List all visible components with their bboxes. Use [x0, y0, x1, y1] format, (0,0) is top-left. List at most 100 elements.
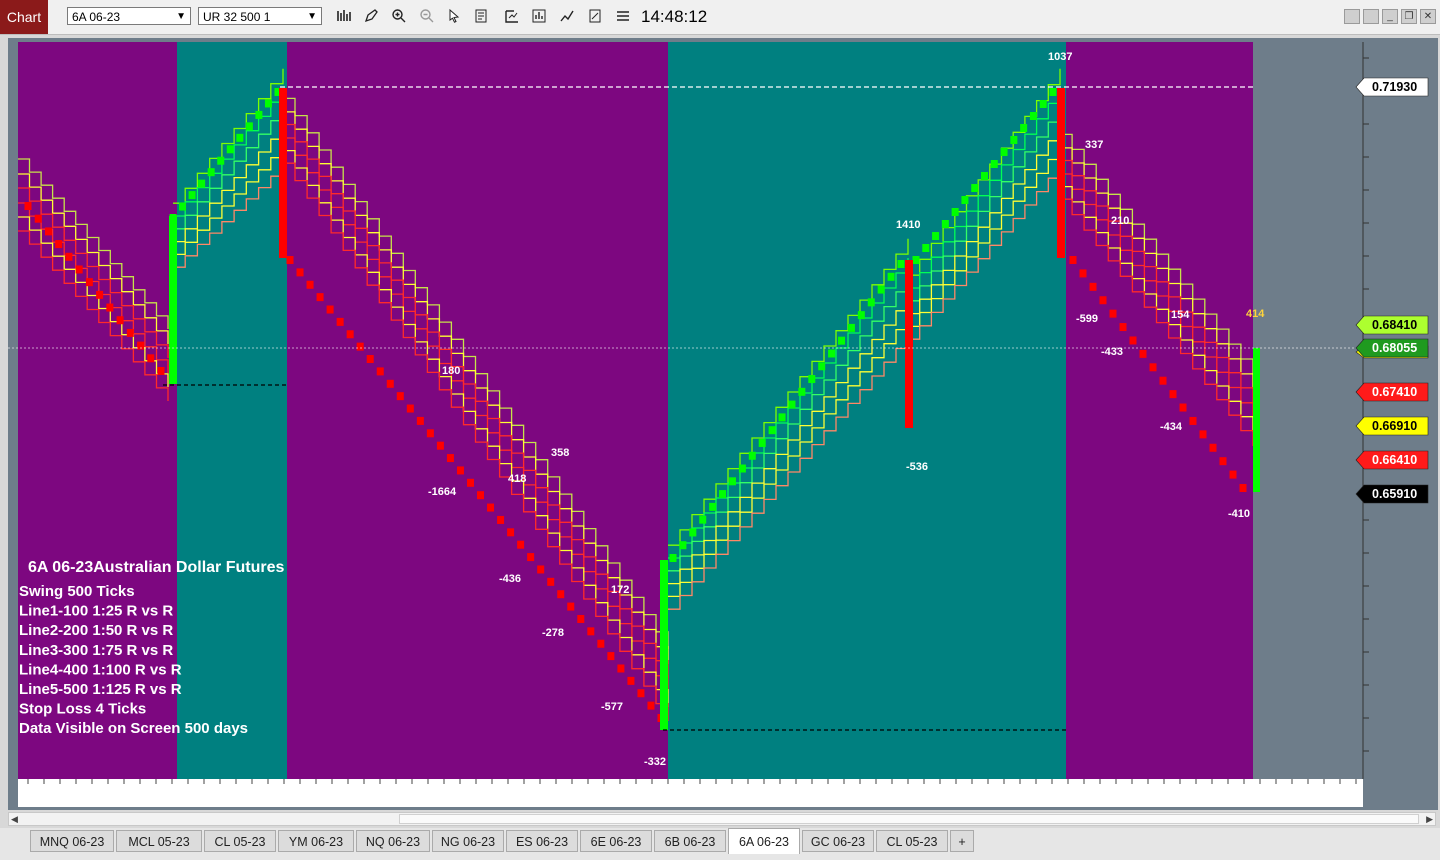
instrument-tab[interactable]: MNQ 06-23 — [30, 830, 114, 852]
candle-block — [597, 639, 605, 648]
swing-label: 210 — [1111, 215, 1129, 227]
candle-block — [867, 298, 875, 307]
candle-block — [627, 676, 635, 685]
indicator-icon[interactable] — [558, 8, 576, 26]
candle-block — [75, 265, 83, 274]
candle-block — [226, 145, 234, 154]
instrument-tab[interactable]: GC 06-23 — [802, 830, 874, 852]
candle-block — [346, 330, 354, 339]
close-icon[interactable]: ✕ — [1420, 9, 1436, 24]
candle-block — [669, 554, 677, 562]
candle-block — [446, 454, 454, 463]
candle-block — [436, 441, 444, 450]
candle-block — [316, 293, 324, 302]
price-marker-label: 0.68055 — [1372, 341, 1417, 355]
candle-block — [96, 290, 104, 299]
candle-block — [1129, 336, 1137, 345]
zoom-out-icon[interactable] — [418, 8, 436, 26]
draw-pencil-icon[interactable] — [362, 8, 380, 26]
candle-block — [1049, 88, 1057, 96]
scroll-right-icon[interactable]: ▶ — [1426, 813, 1433, 825]
price-marker: 0.65910 — [1355, 484, 1429, 504]
reversal-bar — [1057, 88, 1065, 258]
candle-block — [941, 220, 949, 228]
price-chart[interactable]: 1037 1410 337 210 -599 154 414 -433 -434 -410 -536… — [8, 38, 1438, 810]
candle-block — [587, 627, 595, 636]
swing-label: 337 — [1085, 139, 1103, 151]
bars-icon[interactable] — [335, 8, 353, 26]
strategy-icon[interactable] — [530, 8, 548, 26]
candle-block — [255, 110, 263, 119]
instrument-tab[interactable]: 6E 06-23 — [580, 830, 652, 852]
swing-label: -410 — [1228, 508, 1250, 520]
zoom-in-icon[interactable] — [390, 8, 408, 26]
instrument-select[interactable]: 6A 06-23 ▼ — [67, 7, 191, 25]
candle-block — [637, 689, 645, 698]
scrollbar-thumb[interactable] — [399, 814, 1419, 824]
chart-scrollbar[interactable]: ◀ ▶ — [8, 812, 1436, 826]
candle-block — [679, 541, 687, 550]
candle-block — [188, 191, 196, 200]
candle-block — [406, 404, 414, 413]
candle-block — [808, 375, 816, 384]
instrument-tabs: MNQ 06-23 MCL 05-23 CL 05-23 YM 06-23 NQ 06-… — [0, 828, 1440, 860]
price-marker: 0.71930 — [1355, 77, 1429, 97]
list-icon[interactable] — [614, 8, 632, 26]
price-marker-label: 0.68410 — [1372, 318, 1417, 332]
price-marker-label: 0.67410 — [1372, 385, 1417, 399]
candle-block — [497, 515, 505, 524]
candle-block — [106, 303, 114, 312]
swing-label: 172 — [611, 584, 629, 596]
template-icon[interactable] — [586, 8, 604, 26]
swing-label: 358 — [551, 447, 569, 459]
chart-panel[interactable]: 1037 1410 337 210 -599 154 414 -433 -434 -410 -536… — [8, 38, 1438, 810]
pointer-icon[interactable] — [445, 8, 463, 26]
reversal-bar — [905, 260, 913, 428]
candle-block — [466, 478, 474, 487]
maximize-icon[interactable]: ❐ — [1401, 9, 1417, 24]
instrument-tab[interactable]: 6B 06-23 — [654, 830, 726, 852]
bar-type-select[interactable]: UR 32 500 1 ▼ — [198, 7, 322, 25]
instrument-info-line: Line4-400 1:100 R vs R — [19, 661, 182, 678]
instrument-tab[interactable]: MCL 05-23 — [116, 830, 202, 852]
instrument-info-line: Line3-300 1:75 R vs R — [19, 642, 173, 659]
swing-label: 154 — [1171, 309, 1190, 321]
candle-block — [828, 349, 836, 358]
data-box-icon[interactable] — [473, 8, 491, 26]
instrument-tab[interactable]: 6A 06-23 — [728, 828, 800, 854]
candle-block — [547, 577, 555, 586]
candle-block — [527, 553, 535, 562]
swing-label: 1037 — [1048, 51, 1072, 63]
swing-label: -599 — [1076, 313, 1098, 325]
add-tab-button[interactable]: + — [950, 830, 974, 852]
price-marker: 0.68055 — [1355, 338, 1429, 358]
instrument-tab[interactable]: CL 05-23 — [876, 830, 948, 852]
candle-block — [778, 413, 786, 422]
reversal-bar — [279, 88, 287, 258]
swing-label: -278 — [542, 627, 564, 639]
candle-block — [416, 416, 424, 425]
instrument-tab[interactable]: NQ 06-23 — [356, 830, 430, 852]
candle-block — [217, 156, 225, 165]
minimize-icon[interactable] — [1344, 9, 1360, 24]
chart-window-label[interactable]: Chart — [0, 0, 48, 34]
instrument-tab[interactable]: ES 06-23 — [506, 830, 578, 852]
candle-block — [477, 491, 485, 500]
candle-block — [932, 232, 940, 240]
candle-block — [922, 244, 930, 252]
candle-block — [236, 133, 244, 142]
candle-block — [157, 367, 165, 375]
swing-label: 418 — [508, 473, 526, 485]
scroll-left-icon[interactable]: ◀ — [11, 813, 18, 825]
minimize-window-icon[interactable]: _ — [1382, 9, 1398, 24]
instrument-tab[interactable]: YM 06-23 — [278, 830, 354, 852]
candle-block — [517, 540, 525, 549]
swing-label: 414 — [1246, 308, 1265, 320]
candle-block — [1079, 269, 1087, 278]
instrument-tab[interactable]: NG 06-23 — [432, 830, 504, 852]
restore-icon[interactable] — [1363, 9, 1379, 24]
candle-block — [245, 122, 253, 131]
properties-icon[interactable] — [503, 8, 521, 26]
candle-block — [1199, 430, 1207, 439]
instrument-tab[interactable]: CL 05-23 — [204, 830, 276, 852]
